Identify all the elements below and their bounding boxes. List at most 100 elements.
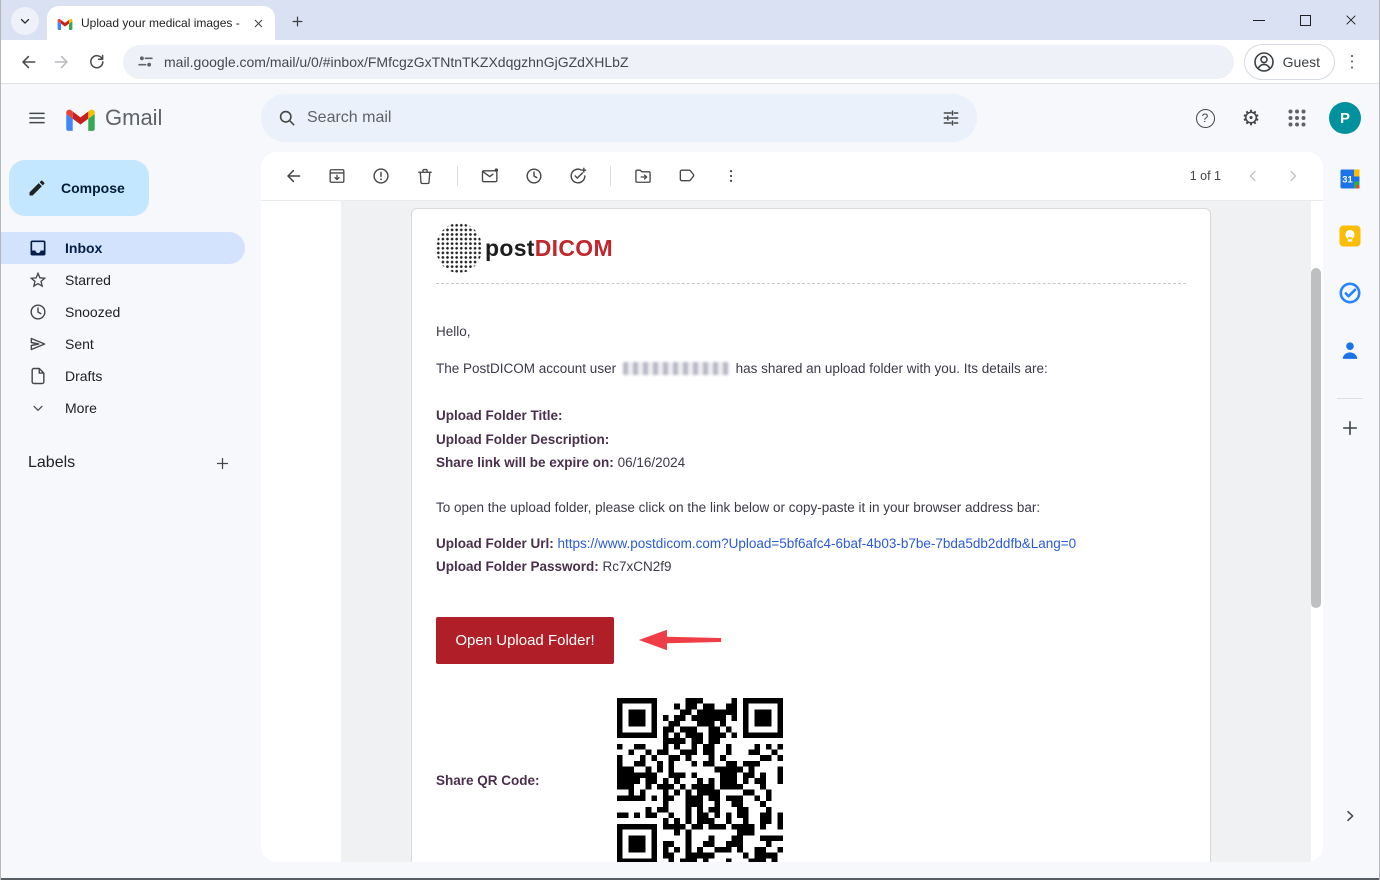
- redacted-username: [623, 362, 729, 375]
- sidebar-item-snoozed[interactable]: Snoozed: [1, 296, 245, 328]
- get-addons-button[interactable]: [1337, 415, 1363, 441]
- move-to-button[interactable]: [623, 156, 663, 196]
- plus-icon: [1340, 418, 1360, 438]
- site-info-icon[interactable]: [137, 53, 154, 70]
- browser-window: Upload your medical images - P: [0, 0, 1380, 880]
- minimize-button[interactable]: [1251, 12, 1267, 28]
- help-icon: ?: [1196, 109, 1215, 128]
- qr-label: Share QR Code:: [436, 773, 617, 788]
- tasks-button[interactable]: [1337, 280, 1363, 306]
- address-bar[interactable]: mail.google.com/mail/u/0/#inbox/FMfcgzGx…: [123, 45, 1234, 79]
- folder-details: Upload Folder Title: Upload Folder Descr…: [436, 404, 1186, 475]
- hamburger-icon: [27, 108, 47, 128]
- side-panel-rail: 31: [1321, 152, 1379, 880]
- gmail-logo: Gmail: [65, 105, 162, 131]
- new-tab-button[interactable]: [283, 7, 311, 35]
- account-avatar[interactable]: P: [1329, 102, 1361, 134]
- apps-button[interactable]: [1275, 96, 1319, 140]
- open-upload-folder-button[interactable]: Open Upload Folder!: [436, 617, 614, 664]
- browser-toolbar: mail.google.com/mail/u/0/#inbox/FMfcgzGx…: [1, 40, 1379, 84]
- email-background: postDICOM Hello, The PostDICOM account u…: [341, 201, 1311, 862]
- gear-icon: ⚙: [1242, 108, 1261, 129]
- inbox-icon: [28, 238, 48, 258]
- clock-icon: [28, 302, 48, 322]
- delete-button[interactable]: [405, 156, 445, 196]
- sidebar-item-inbox[interactable]: Inbox: [1, 232, 245, 264]
- tune-icon: [941, 108, 961, 128]
- expand-side-panel-button[interactable]: [1337, 803, 1363, 829]
- close-icon: [253, 18, 264, 29]
- report-spam-button[interactable]: [361, 156, 401, 196]
- snooze-button[interactable]: [514, 156, 554, 196]
- guest-label: Guest: [1283, 54, 1320, 70]
- plus-icon: [290, 14, 305, 29]
- calendar-button[interactable]: 31: [1337, 166, 1363, 192]
- add-to-tasks-button[interactable]: [558, 156, 598, 196]
- close-window-button[interactable]: [1343, 12, 1359, 28]
- search-button[interactable]: [267, 98, 307, 138]
- browser-tab[interactable]: Upload your medical images - P: [47, 6, 275, 40]
- settings-button[interactable]: ⚙: [1229, 96, 1273, 140]
- search-options-button[interactable]: [931, 98, 971, 138]
- password-row: Upload Folder Password: Rc7xCN2f9: [436, 555, 1186, 579]
- maximize-icon: [1300, 15, 1311, 26]
- scrollbar-thumb[interactable]: [1311, 268, 1321, 608]
- dotted-globe-icon: [436, 223, 482, 273]
- gmail-m-icon: [65, 106, 96, 131]
- trash-icon: [415, 166, 435, 186]
- tab-close-button[interactable]: [249, 14, 267, 32]
- forward-button[interactable]: [45, 45, 79, 79]
- add-label-button[interactable]: [214, 455, 231, 472]
- sidebar-item-drafts[interactable]: Drafts: [1, 360, 245, 392]
- qr-section: Share QR Code:: [436, 698, 1186, 863]
- sidebar-item-starred[interactable]: Starred: [1, 264, 245, 296]
- pagination-controls: 1 of 1: [1190, 158, 1323, 194]
- pencil-icon: [27, 178, 47, 198]
- apps-grid-icon: [1288, 109, 1306, 127]
- archive-button[interactable]: [317, 156, 357, 196]
- contacts-person-icon: [1338, 338, 1362, 362]
- maximize-button[interactable]: [1297, 12, 1313, 28]
- back-arrow-icon: [18, 52, 38, 72]
- star-icon: [28, 270, 48, 290]
- search-bar[interactable]: [261, 94, 977, 142]
- main-menu-button[interactable]: [13, 94, 61, 142]
- guest-profile-button[interactable]: Guest: [1244, 44, 1335, 80]
- sidebar-item-sent[interactable]: Sent: [1, 328, 245, 360]
- compose-label: Compose: [61, 180, 125, 196]
- alert-circle-icon: [371, 166, 391, 186]
- compose-button[interactable]: Compose: [9, 160, 149, 216]
- toolbar-separator: [457, 166, 458, 186]
- gmail-logo-text: Gmail: [105, 105, 162, 131]
- newer-button[interactable]: [1235, 158, 1271, 194]
- tab-search-button[interactable]: [11, 7, 39, 35]
- window-controls: [1251, 0, 1379, 40]
- minimize-icon: [1253, 20, 1265, 21]
- search-input[interactable]: [307, 109, 931, 127]
- back-button[interactable]: [11, 45, 45, 79]
- search-icon: [277, 108, 297, 128]
- more-options-button[interactable]: [711, 156, 751, 196]
- sidebar-item-more[interactable]: More: [1, 392, 245, 424]
- tab-strip: Upload your medical images - P: [1, 0, 1379, 40]
- upload-folder-link[interactable]: https://www.postdicom.com?Upload=5bf6afc…: [558, 536, 1077, 551]
- calendar-icon: 31: [1338, 167, 1362, 191]
- qr-code: [617, 698, 783, 863]
- kebab-icon: [722, 167, 740, 185]
- keep-button[interactable]: [1337, 223, 1363, 249]
- contacts-button[interactable]: [1337, 337, 1363, 363]
- sidebar-nav: Inbox Starred Snoozed Sent Drafts: [1, 232, 257, 424]
- chevron-down-icon: [18, 14, 32, 28]
- sidebar-item-label: Starred: [65, 272, 111, 288]
- browser-menu-button[interactable]: ⋮: [1335, 45, 1369, 79]
- older-button[interactable]: [1275, 158, 1311, 194]
- reload-button[interactable]: [79, 45, 113, 79]
- sidebar-item-label: Inbox: [65, 240, 102, 256]
- upload-url-row: Upload Folder Url: https://www.postdicom…: [436, 532, 1186, 556]
- email-instruction: To open the upload folder, please click …: [436, 500, 1186, 515]
- back-to-inbox-button[interactable]: [273, 156, 313, 196]
- mark-unread-button[interactable]: [470, 156, 510, 196]
- labels-button[interactable]: [667, 156, 707, 196]
- help-button[interactable]: ?: [1183, 96, 1227, 140]
- folder-description-row: Upload Folder Description:: [436, 428, 1186, 452]
